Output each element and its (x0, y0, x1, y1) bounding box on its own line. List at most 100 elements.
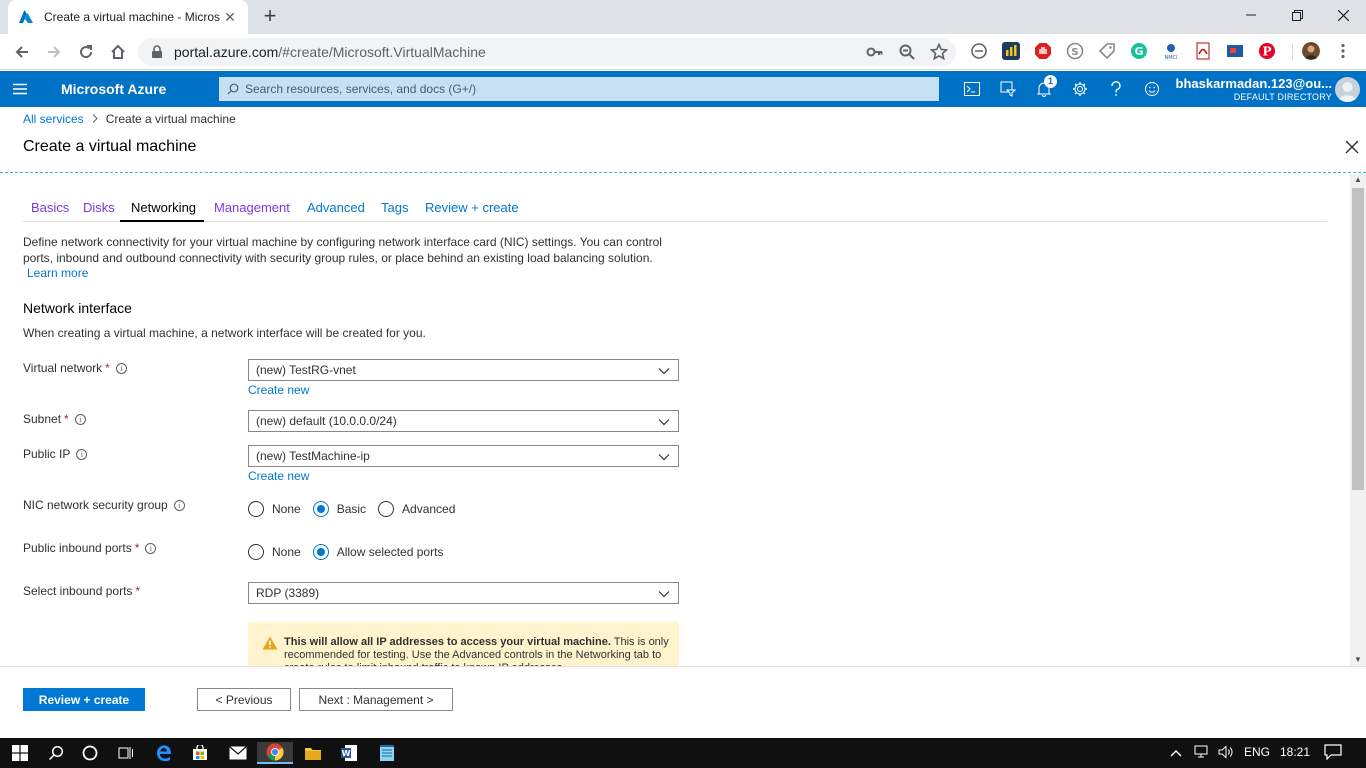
nsg-advanced-label[interactable]: Advanced (402, 502, 455, 516)
avatar[interactable] (1335, 77, 1360, 102)
notepad-icon[interactable] (369, 742, 405, 764)
zoom-icon[interactable] (898, 43, 916, 61)
info-icon[interactable]: i (115, 362, 127, 374)
feedback-button[interactable] (1134, 71, 1170, 107)
next-management-button[interactable]: Next : Management > (299, 688, 453, 711)
scroll-up-icon[interactable]: ▲ (1350, 174, 1366, 186)
address-bar[interactable]: portal.azure.com/#create/Microsoft.Virtu… (138, 38, 956, 66)
breadcrumb-all-services[interactable]: All services (23, 112, 84, 126)
block-extension-icon[interactable] (970, 42, 988, 60)
scroll-down-icon[interactable]: ▼ (1350, 654, 1366, 666)
tab-management[interactable]: Management (214, 200, 290, 215)
nmci-extension-icon[interactable]: NMCI (1162, 42, 1180, 60)
info-icon[interactable]: i (74, 413, 86, 425)
previous-button[interactable]: < Previous (197, 688, 291, 711)
create-new-public-ip-link[interactable]: Create new (248, 469, 309, 483)
info-icon[interactable]: i (145, 542, 157, 554)
show-hidden-icons-icon[interactable] (1170, 746, 1182, 761)
chrome-menu-icon[interactable] (1334, 42, 1352, 60)
tag-extension-icon[interactable] (1098, 42, 1116, 60)
inbound-allow-label[interactable]: Allow selected ports (337, 545, 444, 559)
subnet-select[interactable]: (new) default (10.0.0.0/24) (248, 410, 679, 432)
pdf-extension-icon[interactable] (1194, 42, 1212, 60)
cortana-icon[interactable] (72, 742, 108, 764)
minimize-icon[interactable] (1228, 0, 1274, 30)
hamburger-menu-icon[interactable] (12, 81, 28, 97)
directory-filter-button[interactable] (990, 71, 1026, 107)
new-tab-button[interactable]: + (258, 5, 282, 29)
chrome-taskbar-icon[interactable] (257, 742, 293, 764)
action-center-icon[interactable] (1324, 744, 1342, 763)
reload-icon[interactable] (74, 40, 98, 64)
nsg-none-label[interactable]: None (272, 502, 301, 516)
tab-networking[interactable]: Networking (131, 200, 196, 215)
scrollbar-thumb[interactable] (1352, 188, 1364, 490)
clock[interactable]: 18:21 (1280, 745, 1310, 759)
svg-text:P: P (1262, 45, 1271, 59)
notifications-button[interactable]: 1 (1026, 71, 1062, 107)
inbound-allow-radio[interactable] (312, 544, 329, 560)
edge-icon[interactable] (146, 742, 182, 764)
tab-advanced[interactable]: Advanced (307, 200, 365, 215)
network-icon[interactable] (1194, 745, 1210, 762)
notification-badge: 1 (1044, 75, 1057, 88)
create-new-vnet-link[interactable]: Create new (248, 383, 309, 397)
public-ip-label-text: Public IP (23, 447, 71, 461)
language-indicator[interactable]: ENG (1244, 745, 1270, 759)
settings-button[interactable] (1062, 71, 1098, 107)
close-window-icon[interactable] (1320, 0, 1366, 30)
tab-tags[interactable]: Tags (381, 200, 408, 215)
nsg-basic-radio[interactable] (312, 501, 329, 517)
close-icon[interactable] (1343, 138, 1361, 156)
tab-disks[interactable]: Disks (83, 200, 115, 215)
subnet-label: Subnet * i (23, 412, 86, 426)
vertical-scrollbar[interactable]: ▲ ▼ (1350, 174, 1366, 666)
nsg-advanced-radio[interactable] (378, 501, 395, 517)
info-icon[interactable]: i (173, 499, 185, 511)
word-icon[interactable]: W (331, 742, 367, 764)
mail-icon[interactable] (220, 742, 256, 764)
global-search-input[interactable]: Search resources, services, and docs (G+… (219, 77, 939, 101)
close-tab-icon[interactable]: ✕ (222, 9, 238, 26)
learn-more-link[interactable]: Learn more (27, 266, 88, 280)
volume-icon[interactable] (1218, 745, 1234, 762)
account-menu[interactable]: bhaskarmadan.123@ou... DEFAULT DIRECTORY (1172, 76, 1332, 103)
grammarly-extension-icon[interactable]: G (1130, 42, 1148, 60)
virtual-network-value: (new) TestRG-vnet (256, 363, 356, 377)
azure-brand[interactable]: Microsoft Azure (61, 81, 166, 97)
forward-icon[interactable] (42, 40, 66, 64)
nsg-none-radio[interactable] (248, 501, 264, 517)
bookmark-star-icon[interactable] (930, 43, 948, 61)
pinterest-extension-icon[interactable]: P (1258, 42, 1276, 60)
taskbar-search-icon[interactable] (38, 742, 74, 764)
inbound-none-radio[interactable] (248, 544, 264, 560)
svg-text:S: S (1071, 47, 1078, 58)
restore-icon[interactable] (1274, 0, 1320, 30)
select-inbound-ports-select[interactable]: RDP (3389) (248, 582, 679, 604)
nic-nsg-label: NIC network security group i (23, 498, 185, 512)
key-icon[interactable] (866, 43, 884, 61)
inbound-none-label[interactable]: None (272, 545, 301, 559)
adblock-extension-icon[interactable] (1034, 42, 1052, 60)
virtual-network-select[interactable]: (new) TestRG-vnet (248, 359, 679, 381)
public-ip-select[interactable]: (new) TestMachine-ip (248, 445, 679, 467)
windows-start-icon[interactable] (2, 742, 38, 764)
cloud-shell-button[interactable] (954, 71, 990, 107)
directory-filter-icon (1000, 81, 1016, 97)
back-icon[interactable] (10, 40, 34, 64)
skype-extension-icon[interactable]: S (1066, 42, 1084, 60)
tab-basics[interactable]: Basics (31, 200, 69, 215)
task-view-icon[interactable] (108, 742, 144, 764)
browser-tab[interactable]: Create a virtual machine - Micros ✕ (8, 0, 248, 34)
store-icon[interactable] (182, 742, 218, 764)
home-icon[interactable] (106, 40, 130, 64)
nsg-basic-label[interactable]: Basic (337, 502, 366, 516)
file-explorer-icon[interactable] (295, 742, 331, 764)
profile-avatar-icon[interactable] (1302, 42, 1320, 60)
info-icon[interactable]: i (76, 448, 88, 460)
help-button[interactable] (1098, 71, 1134, 107)
power-bi-extension-icon[interactable] (1002, 42, 1020, 60)
screenshot-extension-icon[interactable] (1226, 42, 1244, 60)
tab-review-create[interactable]: Review + create (425, 200, 519, 215)
review-create-button[interactable]: Review + create (23, 688, 145, 711)
